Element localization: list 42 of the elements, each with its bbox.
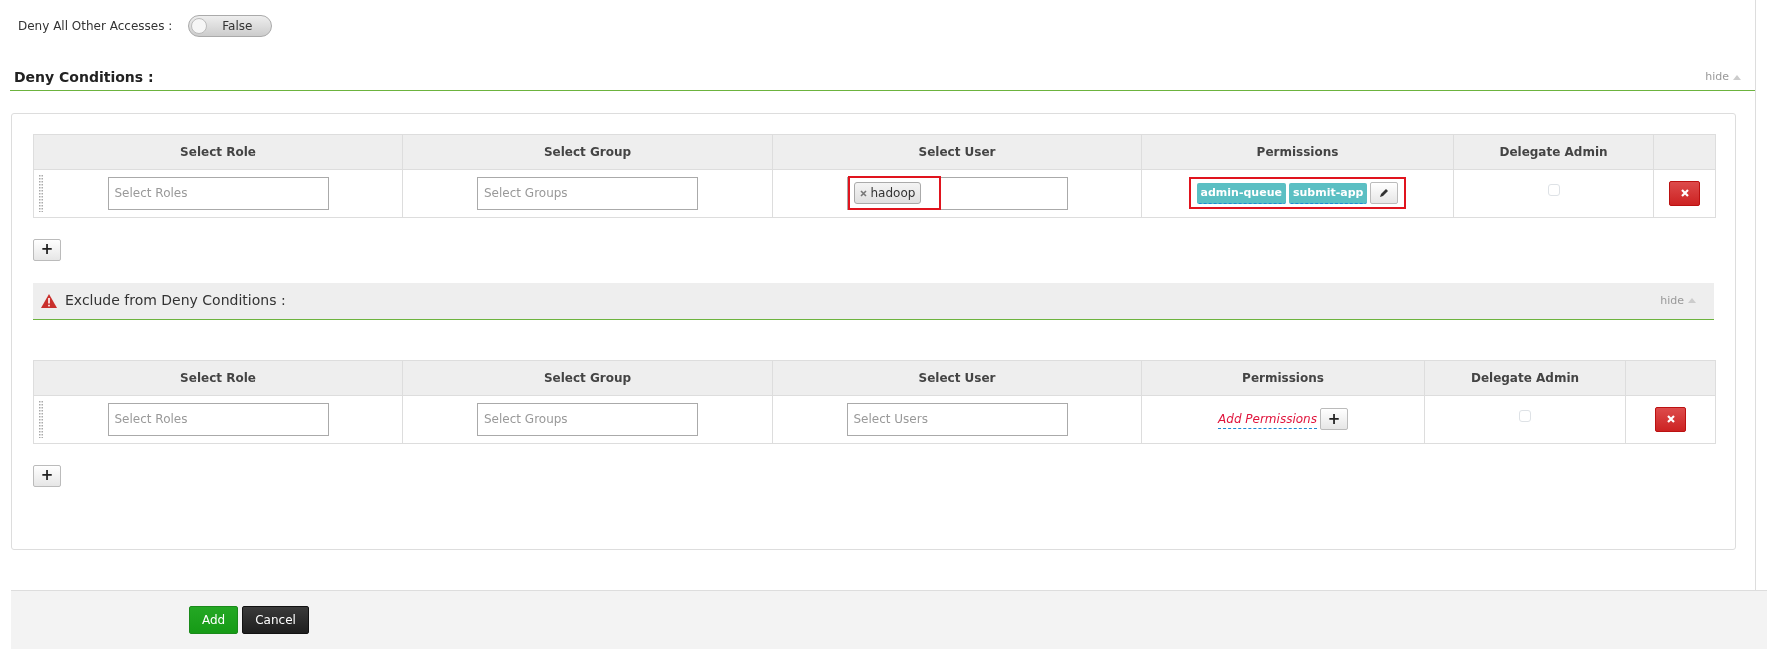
column-header: Select Role xyxy=(33,360,403,396)
drag-handle-icon xyxy=(39,399,43,438)
delegate-admin-checkbox[interactable] xyxy=(1547,184,1560,197)
delegate-admin-checkbox[interactable] xyxy=(1519,410,1531,423)
user-input-field[interactable]: hadoop xyxy=(846,176,1068,210)
role-input-field[interactable]: Select Roles xyxy=(107,176,329,210)
add-permissions-link[interactable]: Add Permissions xyxy=(1218,409,1317,429)
column-header: Delegate Admin xyxy=(1424,360,1626,396)
caret-up-icon xyxy=(1688,298,1696,304)
delete-button[interactable] xyxy=(1669,180,1700,206)
column-header: Permissions xyxy=(1141,134,1454,170)
deny-all-label: Deny All Other Accesses : xyxy=(18,18,173,35)
section-title: Exclude from Deny Conditions : xyxy=(65,291,286,311)
section-title: Deny Conditions : xyxy=(14,69,154,86)
toggle-switch[interactable]: False xyxy=(188,15,273,37)
column-header: Select Group xyxy=(402,360,773,396)
edit-button[interactable] xyxy=(1370,182,1399,205)
remove-icon xyxy=(859,189,867,197)
permission-tag: admin-queue xyxy=(1196,182,1286,205)
close-icon xyxy=(1666,415,1675,424)
column-header: Select User xyxy=(772,360,1142,396)
add-permission-button[interactable]: + xyxy=(1319,408,1348,431)
warning-icon xyxy=(41,293,57,308)
column-header: Select User xyxy=(772,134,1142,170)
group-input-field[interactable]: Select Groups xyxy=(477,402,698,436)
delete-button[interactable] xyxy=(1655,406,1686,432)
pencil-icon xyxy=(1379,188,1390,199)
column-header: Delegate Admin xyxy=(1453,134,1654,170)
group-input-field[interactable]: Select Groups xyxy=(477,176,698,210)
user-tag[interactable]: hadoop xyxy=(853,182,922,205)
add-row-button[interactable]: + xyxy=(33,238,61,261)
add-row-button[interactable]: + xyxy=(33,464,61,487)
column-header: Select Group xyxy=(402,134,773,170)
column-header: Permissions xyxy=(1141,360,1425,396)
user-input-field[interactable]: Select Users xyxy=(846,402,1068,436)
cancel-button[interactable]: Cancel xyxy=(242,606,309,635)
permission-tag: submit-app xyxy=(1288,182,1368,205)
caret-up-icon xyxy=(1733,74,1741,80)
close-icon xyxy=(1680,189,1689,198)
role-input-field[interactable]: Select Roles xyxy=(107,402,329,436)
column-header: Select Role xyxy=(33,134,403,170)
drag-handle-icon xyxy=(39,173,43,212)
